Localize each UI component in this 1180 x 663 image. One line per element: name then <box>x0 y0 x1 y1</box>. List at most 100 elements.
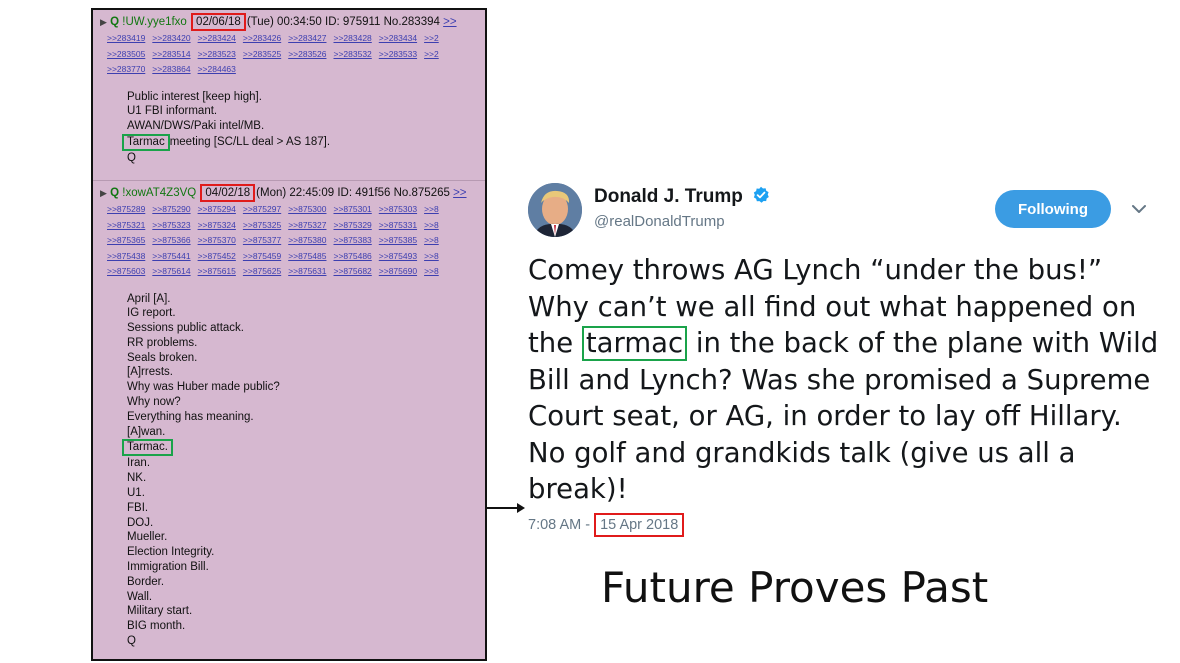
reply-link[interactable]: >>283532 <box>333 49 371 59</box>
reply-link[interactable]: >>283434 <box>379 33 417 43</box>
overflow-link[interactable]: >> <box>443 16 456 28</box>
post-line: Everything has meaning. <box>127 410 254 423</box>
post-lines: Iran. NK. U1. FBI. DOJ. Mueller. Election Inte… <box>127 456 485 648</box>
reply-link[interactable]: >>875300 <box>288 204 326 214</box>
reply-link[interactable]: >>283505 <box>107 49 145 59</box>
post-body: April [A]. IG report. Sessions public atta… <box>93 292 485 649</box>
reply-link[interactable]: >>875324 <box>198 220 236 230</box>
reply-link[interactable]: >>875383 <box>333 235 371 245</box>
reply-link[interactable]: >>283514 <box>152 49 190 59</box>
reply-link[interactable]: >>2 <box>424 33 439 43</box>
reply-link[interactable]: >>283523 <box>198 49 236 59</box>
user-handle[interactable]: @realDonaldTrump <box>594 213 725 230</box>
reply-link-row: >>875438 >>875441 >>875452 >>875459 >>875485… <box>107 249 485 265</box>
reply-link[interactable]: >>875323 <box>152 220 190 230</box>
reply-link[interactable]: >>8 <box>424 220 439 230</box>
following-button[interactable]: Following <box>995 190 1111 228</box>
reply-link[interactable]: >>283426 <box>243 33 281 43</box>
reply-link[interactable]: >>875438 <box>107 251 145 261</box>
reply-link[interactable]: >>875329 <box>333 220 371 230</box>
reply-link[interactable]: >>875441 <box>152 251 190 261</box>
reply-link[interactable]: >>875614 <box>152 266 190 276</box>
avatar[interactable] <box>528 183 582 237</box>
reply-link[interactable]: >>875459 <box>243 251 281 261</box>
reply-link[interactable]: >>875452 <box>198 251 236 261</box>
chevron-down-icon[interactable] <box>1128 198 1150 220</box>
post-line: Public interest [keep high]. <box>127 90 262 103</box>
reply-link[interactable]: >>875289 <box>107 204 145 214</box>
reply-link[interactable]: >>283526 <box>288 49 326 59</box>
overflow-link[interactable]: >> <box>453 187 466 199</box>
reply-link[interactable]: >>8 <box>424 235 439 245</box>
reply-link[interactable]: >>283525 <box>243 49 281 59</box>
reply-link[interactable]: >>875297 <box>243 204 281 214</box>
forum-post-1: ▶ Q !UW.yye1fxo 02/06/18 (Tue) 00:34:50 I… <box>93 10 485 180</box>
post-line: Why now? <box>127 396 181 409</box>
reply-link[interactable]: >>875385 <box>379 235 417 245</box>
tweet-line: Comey throws AG Lynch “under the bus!” <box>528 254 1103 286</box>
reply-link[interactable]: >>875331 <box>379 220 417 230</box>
post-line: RR problems. <box>127 336 198 349</box>
reply-link[interactable]: >>283864 <box>152 64 190 74</box>
reply-link[interactable]: >>875303 <box>379 204 417 214</box>
post-line: NK. <box>127 472 147 485</box>
reply-link-row: >>875289 >>875290 >>875294 >>875297 >>875300… <box>107 202 485 218</box>
reply-link[interactable]: >>875325 <box>243 220 281 230</box>
reply-link[interactable]: >>875301 <box>333 204 371 214</box>
reply-link[interactable]: >>875380 <box>288 235 326 245</box>
reply-link[interactable]: >>283420 <box>152 33 190 43</box>
reply-link[interactable]: >>875377 <box>243 235 281 245</box>
reply-link[interactable]: >>284463 <box>198 64 236 74</box>
tweet-line: Why can’t we all find out what happened … <box>528 290 1137 323</box>
reply-link[interactable]: >>2 <box>424 49 439 59</box>
reply-link[interactable]: >>875327 <box>288 220 326 230</box>
tarmac-word: Tarmac. <box>127 441 168 454</box>
reply-link-row: >>283770 >>283864 >>284463 <box>107 62 485 78</box>
reply-link[interactable]: >>875603 <box>107 266 145 276</box>
reply-link[interactable]: >>8 <box>424 204 439 214</box>
tweet-time: 7:08 AM - <box>528 517 595 533</box>
reply-link[interactable]: >>875631 <box>288 266 326 276</box>
triangle-icon[interactable]: ▶ <box>100 188 107 198</box>
reply-link[interactable]: >>8 <box>424 266 439 276</box>
reply-link-row: >>283505 >>283514 >>283523 >>283525 >>283526… <box>107 47 485 63</box>
forum-screenshot: ▶ Q !UW.yye1fxo 02/06/18 (Tue) 00:34:50 I… <box>91 8 487 661</box>
reply-link[interactable]: >>875365 <box>107 235 145 245</box>
tarmac-highlight: Tarmac. <box>122 439 173 457</box>
reply-link[interactable]: >>283770 <box>107 64 145 74</box>
display-name[interactable]: Donald J. Trump <box>594 186 770 208</box>
tweet-text: Comey throws AG Lynch “under the bus!” Wh… <box>528 252 1158 508</box>
reply-link[interactable]: >>875290 <box>152 204 190 214</box>
reply-link[interactable]: >>283428 <box>333 33 371 43</box>
reply-link[interactable]: >>875486 <box>333 251 371 261</box>
reply-link-row: >>283419 >>283420 >>283424 >>283426 >>283427… <box>107 31 485 47</box>
reply-link[interactable]: >>875294 <box>198 204 236 214</box>
post-header: ▶ Q !xowAT4Z3VQ 04/02/18 (Mon) 22:45:09 I… <box>93 181 485 202</box>
reply-link[interactable]: >>283419 <box>107 33 145 43</box>
post-line: Tarmac. <box>122 439 485 457</box>
reply-link[interactable]: >>875366 <box>152 235 190 245</box>
reply-link[interactable]: >>875615 <box>198 266 236 276</box>
reply-link[interactable]: >>875493 <box>379 251 417 261</box>
reply-link[interactable]: >>875625 <box>243 266 281 276</box>
post-line: April [A]. <box>127 292 171 305</box>
reply-link-row: >>875321 >>875323 >>875324 >>875325 >>875327… <box>107 218 485 234</box>
reply-link[interactable]: >>283427 <box>288 33 326 43</box>
reply-link[interactable]: >>8 <box>424 251 439 261</box>
post-line: Iran. <box>127 457 151 470</box>
reply-link[interactable]: >>875690 <box>379 266 417 276</box>
post-line: U1 FBI informant. <box>127 105 218 118</box>
reply-link[interactable]: >>875321 <box>107 220 145 230</box>
tweet-lines: Comey throws AG Lynch “under the bus!” Wh… <box>528 252 1153 325</box>
tripcode: !xowAT4Z3VQ <box>122 187 197 199</box>
tweet-timestamp[interactable]: 7:08 AM - 15 Apr 2018 <box>528 513 685 537</box>
triangle-icon[interactable]: ▶ <box>100 17 107 27</box>
reply-link[interactable]: >>875682 <box>333 266 371 276</box>
reply-link[interactable]: >>283424 <box>198 33 236 43</box>
profile-photo-icon <box>528 183 582 237</box>
reply-link-row: >>875365 >>875366 >>875370 >>875377 >>875380… <box>107 233 485 249</box>
tarmac-highlight: tarmac <box>581 326 688 361</box>
reply-link[interactable]: >>875485 <box>288 251 326 261</box>
reply-link[interactable]: >>875370 <box>198 235 236 245</box>
reply-link[interactable]: >>283533 <box>379 49 417 59</box>
